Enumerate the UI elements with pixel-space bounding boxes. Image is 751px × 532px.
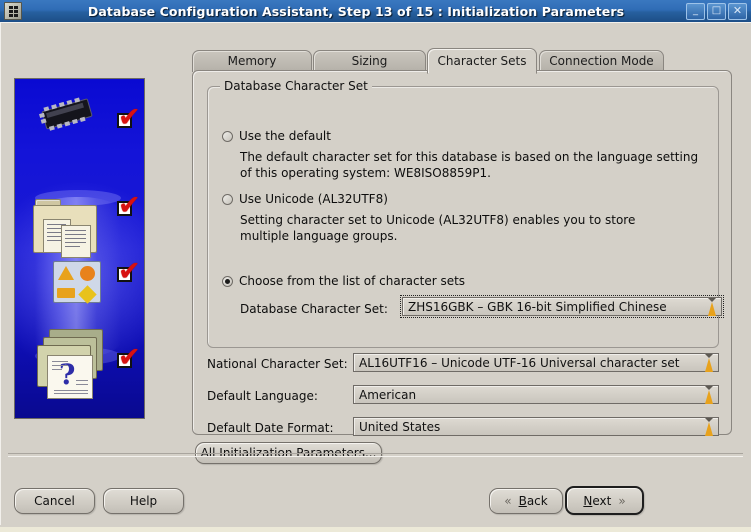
radio-label-unicode: Use Unicode (AL32UTF8)	[239, 192, 388, 206]
minimize-icon[interactable]: _	[686, 2, 705, 20]
chip-icon	[35, 94, 96, 134]
chevron-down-icon[interactable]	[700, 353, 718, 372]
chevron-left-icon: «	[504, 494, 512, 508]
default-language-label: Default Language:	[207, 389, 318, 403]
tab-sizing[interactable]: Sizing	[313, 50, 426, 72]
radio-label-choose-list: Choose from the list of character sets	[239, 274, 466, 288]
back-button[interactable]: « Back	[489, 488, 563, 514]
bottom-strip	[0, 527, 751, 532]
national-charset-label: National Character Set:	[207, 357, 348, 371]
radio-icon-default	[222, 131, 233, 142]
step-check-4: ✔	[117, 342, 141, 373]
chevron-down-icon[interactable]	[700, 417, 718, 436]
next-button[interactable]: Next »	[565, 486, 644, 515]
national-charset-value: AL16UTF16 – Unicode UTF-16 Universal cha…	[359, 355, 680, 370]
chevron-right-icon: »	[618, 493, 626, 508]
next-label: Next	[583, 493, 612, 508]
help-label: Help	[129, 494, 158, 508]
app-icon[interactable]	[4, 2, 22, 20]
step-check-2: ✔	[117, 190, 141, 221]
close-icon[interactable]: ✕	[728, 2, 747, 20]
dcaaprogram-window: Database Configuration Assistant, Step 1…	[0, 0, 751, 532]
tab-connection-mode[interactable]: Connection Mode	[539, 50, 664, 72]
title-bar: Database Configuration Assistant, Step 1…	[0, 0, 751, 23]
database-character-set-group: Database Character Set Use the default T…	[207, 79, 724, 348]
help-text-unicode: Setting character set to Unicode (AL32UT…	[240, 213, 636, 243]
default-language-combo[interactable]: American	[353, 385, 719, 404]
radio-choose-from-list[interactable]: Choose from the list of character sets	[222, 274, 465, 288]
tab-character-sets[interactable]: Character Sets	[427, 48, 537, 74]
radio-icon-choose-list	[222, 276, 233, 287]
db-charset-value: ZHS16GBK – GBK 16-bit Simplified Chinese	[408, 299, 667, 314]
radio-use-the-default[interactable]: Use the default	[222, 129, 331, 143]
character-sets-panel: Database Character Set Use the default T…	[192, 70, 732, 436]
help-text-default: The default character set for this datab…	[240, 150, 699, 180]
tab-bar: Memory Sizing Character Sets Connection …	[192, 48, 732, 74]
chevron-down-icon[interactable]	[700, 385, 718, 404]
step-check-1: ✔	[117, 102, 141, 133]
chevron-down-icon[interactable]	[703, 297, 721, 316]
help-button[interactable]: Help	[103, 488, 184, 514]
default-language-value: American	[359, 387, 417, 402]
shapes-panel-icon	[53, 261, 101, 304]
window-controls: _ □ ✕	[686, 2, 747, 20]
tab-memory[interactable]: Memory	[192, 50, 312, 72]
radio-use-unicode[interactable]: Use Unicode (AL32UTF8)	[222, 192, 388, 206]
national-charset-combo[interactable]: AL16UTF16 – Unicode UTF-16 Universal cha…	[353, 353, 719, 372]
db-charset-label: Database Character Set:	[240, 302, 388, 316]
cancel-label: Cancel	[34, 494, 75, 508]
footer-separator	[8, 453, 743, 457]
radio-icon-unicode	[222, 194, 233, 205]
cancel-button[interactable]: Cancel	[14, 488, 95, 514]
folder-documents-icon	[33, 199, 97, 258]
back-label: Back	[518, 494, 548, 508]
folders-question-icon: ?	[31, 323, 105, 399]
maximize-icon[interactable]: □	[707, 2, 726, 20]
group-title: Database Character Set	[220, 79, 372, 93]
default-date-format-combo[interactable]: United States	[353, 417, 719, 436]
step-check-3: ✔	[117, 256, 141, 287]
wizard-artwork: ? ✔ ✔ ✔ ✔	[14, 78, 145, 419]
default-date-format-value: United States	[359, 419, 441, 434]
db-charset-combo[interactable]: ZHS16GBK – GBK 16-bit Simplified Chinese	[400, 295, 724, 318]
window-title: Database Configuration Assistant, Step 1…	[87, 3, 625, 19]
default-date-format-label: Default Date Format:	[207, 421, 334, 435]
radio-label-default: Use the default	[239, 129, 331, 143]
